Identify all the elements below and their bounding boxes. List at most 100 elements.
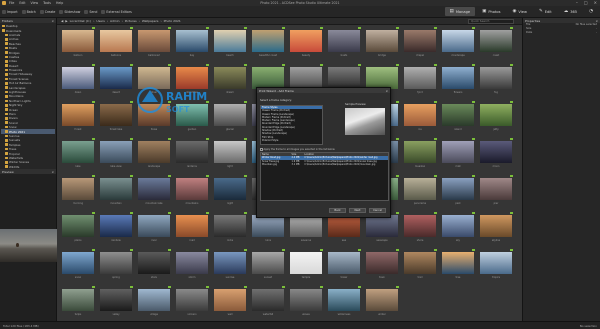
thumbnail-item[interactable]: forest	[60, 101, 96, 135]
minimize-icon[interactable]: –	[576, 0, 578, 5]
cancel-button[interactable]: Cancel	[369, 208, 386, 213]
thumbnail-item[interactable]: town	[364, 249, 400, 283]
breadcrumb-item[interactable]: Wallpapers	[142, 19, 159, 23]
menu-item-tools[interactable]: Tools	[43, 1, 51, 5]
menu-item-file[interactable]: File	[9, 1, 14, 5]
thumbnail-item[interactable]: skyline	[478, 212, 514, 246]
thumbnail-item[interactable]: tropics	[478, 249, 514, 283]
thumbnail-item[interactable]: wilderness	[326, 286, 362, 320]
thumbnail-item[interactable]: fjord	[402, 64, 438, 98]
thumbnail-item[interactable]: sunset	[250, 249, 286, 283]
thumbnail-item[interactable]: fog	[478, 64, 514, 98]
thumbnail-item[interactable]: volcano	[174, 286, 210, 320]
thumbnail-item[interactable]: bridge	[364, 27, 400, 61]
thumbnail-item[interactable]: winter	[364, 286, 400, 320]
thumbnail-item[interactable]: temple	[288, 249, 324, 283]
thumbnail-item[interactable]: night	[212, 175, 248, 209]
thumbnail-item[interactable]: lake	[60, 138, 96, 172]
thumbnail-item[interactable]: river	[136, 212, 172, 246]
toolbar-import-button[interactable]: Import	[0, 9, 20, 14]
thumbnail-item[interactable]: lanterns	[174, 138, 210, 172]
thumbnail-item[interactable]: waves	[288, 286, 324, 320]
thumbnail-item[interactable]: meadow	[402, 138, 438, 172]
thumbnail-item[interactable]: spring	[98, 249, 134, 283]
frame-category-item[interactable]: Polaroid Style	[261, 139, 322, 142]
dialog-close-icon[interactable]: ×	[386, 89, 388, 93]
thumbnail-item[interactable]: road	[174, 212, 210, 246]
breadcrumb-item[interactable]: Photo 2021	[164, 19, 181, 23]
back-arrow-icon[interactable]: ◀	[61, 19, 63, 23]
thumbnail-item[interactable]: wall	[212, 286, 248, 320]
thumbnail-item[interactable]: snow	[60, 249, 96, 283]
thumbnail-item[interactable]: rocks	[212, 212, 248, 246]
thumbnail-item[interactable]: mountain	[98, 175, 134, 209]
frame-category-list[interactable]: Frame Styles Classic Frame (Portrait) Clas…	[260, 105, 323, 145]
panel-close-icon[interactable]: ×	[595, 19, 598, 23]
thumbnail-item[interactable]: beach	[212, 27, 248, 61]
thumbnail-item[interactable]: mountain lake	[136, 175, 172, 209]
thumbnail-item[interactable]: coast	[478, 27, 514, 61]
thumbnail-item[interactable]: village	[136, 286, 172, 320]
thumbnail-item[interactable]: moon	[478, 138, 514, 172]
panel-close-icon[interactable]: ×	[51, 19, 54, 23]
thumbnail-item[interactable]: cloudscape	[440, 27, 476, 61]
maximize-icon[interactable]: □	[584, 0, 588, 5]
toolbar-create-button[interactable]: Create	[38, 9, 58, 14]
thumbnail-item[interactable]: mountains	[174, 175, 210, 209]
toolbar-send-button[interactable]: Send	[82, 9, 99, 14]
thumbnail-item[interactable]: storm	[174, 249, 210, 283]
thumbnail-item[interactable]: lake view	[98, 138, 134, 172]
menu-item-view[interactable]: View	[31, 1, 39, 5]
thumbnail-item[interactable]: plains	[60, 212, 96, 246]
menu-item-help[interactable]: Help	[56, 1, 63, 5]
panel-close-icon[interactable]: ×	[51, 170, 54, 174]
toolbar-slideshow-button[interactable]: Slideshow	[57, 9, 82, 14]
thumbnail-item[interactable]: island	[440, 101, 476, 135]
next-button[interactable]: Next	[349, 208, 366, 213]
thumbnail-item[interactable]: dawn	[60, 64, 96, 98]
thumbnail-item[interactable]: bay	[174, 27, 210, 61]
apply-all-checkbox[interactable]	[260, 148, 263, 151]
back-button[interactable]: Back	[329, 208, 346, 213]
thumbnail-item[interactable]: jetty	[478, 101, 514, 135]
breadcrumb-item[interactable]: Pictures	[125, 19, 137, 23]
mode-365[interactable]: ☁ 365	[559, 7, 582, 16]
thumbnail-item[interactable]: park	[440, 175, 476, 209]
thumbnail-item[interactable]: balloons2	[136, 27, 172, 61]
mode-view[interactable]: ◉ View	[507, 7, 531, 16]
thumbnail-item[interactable]: sky	[440, 212, 476, 246]
thumbnail-item[interactable]: beauty	[288, 27, 324, 61]
thumbnail-item[interactable]: beautiful coast	[250, 27, 286, 61]
thumbnail-item[interactable]: sunrise	[212, 249, 248, 283]
thumbnail-item[interactable]: tower	[326, 249, 362, 283]
apply-all-checkbox-row[interactable]: Apply the frame to all images you select…	[260, 148, 335, 151]
thumbnail-item[interactable]: desert	[98, 64, 134, 98]
thumbnail-item[interactable]: light	[212, 138, 248, 172]
thumbnail-item[interactable]: flowers	[440, 64, 476, 98]
toolbar-external-editors-button[interactable]: External Editors	[99, 9, 133, 14]
thumbnail-item[interactable]: waterfall	[250, 286, 286, 320]
thumbnail-item[interactable]: trail	[402, 249, 438, 283]
forward-arrow-icon[interactable]: ▶	[65, 19, 67, 23]
thumbnail-item[interactable]: mist	[440, 138, 476, 172]
thumbnail-item[interactable]: landscape	[136, 138, 172, 172]
thumbnail-item[interactable]: tree	[440, 249, 476, 283]
thumbnail-item[interactable]: balloon	[60, 27, 96, 61]
thumbnail-item[interactable]: ice	[402, 101, 438, 135]
thumbnail-item[interactable]: shore	[402, 212, 438, 246]
thumbnail-item[interactable]: tulips	[60, 286, 96, 320]
thumbnail-item[interactable]: rainbow	[98, 212, 134, 246]
table-row[interactable]: Mountain.jpg 3.1 MB C:\Users\Admin\Picture…	[261, 163, 388, 166]
thumbnail-item[interactable]: valley	[98, 286, 134, 320]
breadcrumb-item[interactable]: Admin	[110, 19, 120, 23]
thumbnail-item[interactable]: stars	[136, 249, 172, 283]
menu-item-edit[interactable]: Edit	[19, 1, 25, 5]
close-icon[interactable]: ×	[594, 0, 597, 5]
mode-edit[interactable]: ✎ Edit	[534, 7, 557, 16]
thumbnail-item[interactable]: forest lake	[98, 101, 134, 135]
mode-manage[interactable]: ▤ Manage	[444, 7, 476, 16]
thumbnail-item[interactable]: chapel	[402, 27, 438, 61]
quick-search-input[interactable]: Quick Search	[468, 19, 514, 24]
thumbnail-item[interactable]: boats	[326, 27, 362, 61]
mode-dashboard[interactable]: ◔	[584, 7, 598, 16]
